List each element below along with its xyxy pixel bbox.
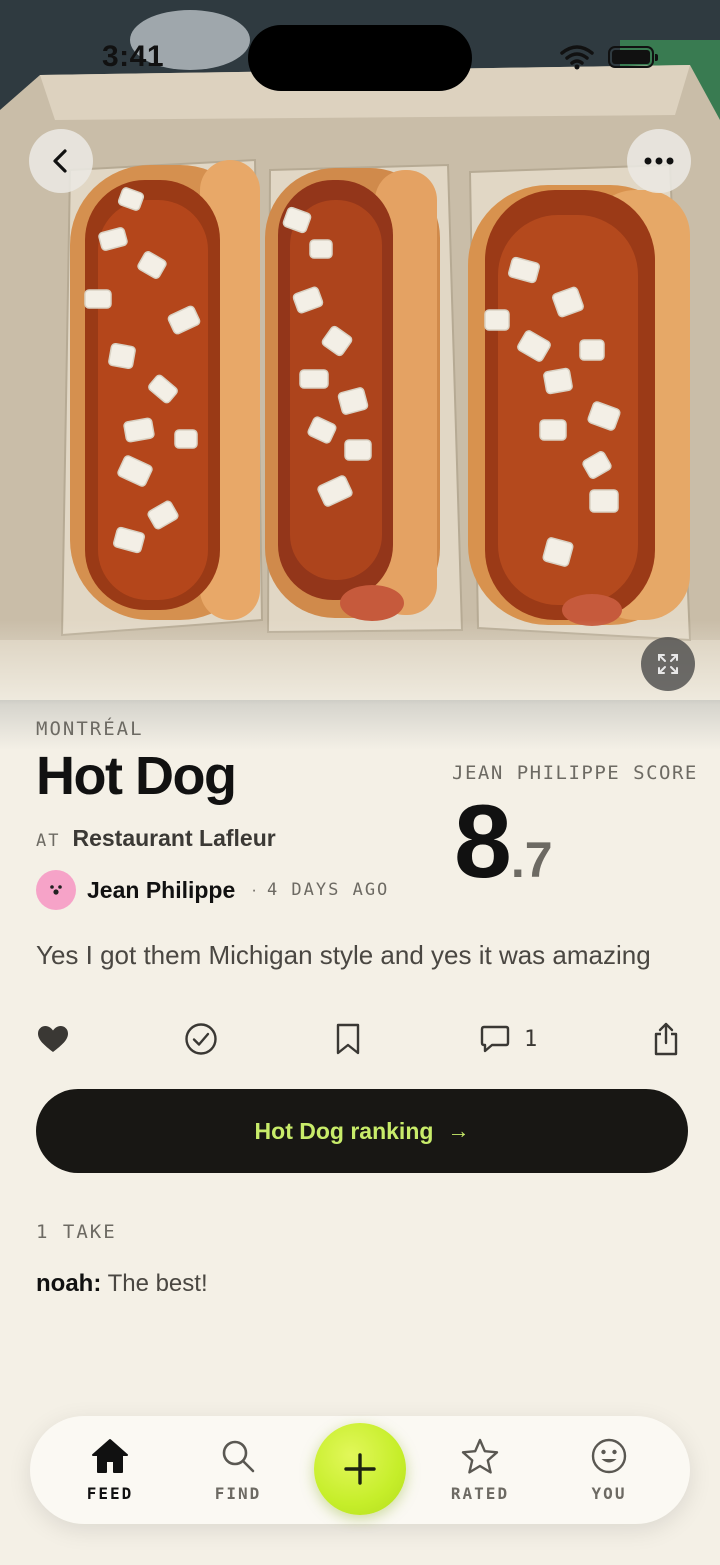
take-text: The best! — [107, 1270, 208, 1297]
status-time: 3:41 — [102, 40, 165, 73]
home-icon — [92, 1439, 128, 1473]
time-ago: 4 DAYS AGO — [266, 880, 390, 900]
ellipsis-icon — [644, 157, 674, 165]
dynamic-island — [248, 25, 472, 91]
avatar[interactable] — [36, 870, 76, 910]
restaurant-link[interactable]: Restaurant Lafleur — [72, 825, 275, 852]
restaurant-row: AT Restaurant Lafleur — [36, 825, 276, 852]
tab-find[interactable]: FIND — [183, 1416, 293, 1524]
tab-you-label: YOU — [591, 1484, 627, 1503]
take-user[interactable]: noah: — [36, 1270, 101, 1297]
at-label: AT — [36, 831, 61, 851]
ranking-button-label: Hot Dog ranking — [254, 1117, 434, 1144]
star-icon — [461, 1438, 499, 1474]
score-decimal: .7 — [510, 832, 553, 888]
author-row: Jean Philippe · 4 DAYS AGO — [36, 870, 389, 910]
share-button[interactable] — [652, 1015, 680, 1063]
city-label: MONTRÉAL — [36, 718, 144, 740]
save-button[interactable] — [335, 1015, 361, 1063]
author-name[interactable]: Jean Philippe — [87, 877, 235, 904]
tab-rated[interactable]: RATED — [425, 1416, 535, 1524]
avatar-face-icon — [50, 885, 62, 895]
separator-dot: · — [251, 880, 257, 899]
check-circle-icon — [185, 1023, 217, 1055]
comment-button[interactable]: 1 — [480, 1015, 537, 1063]
battery-icon — [608, 46, 658, 68]
heart-icon — [38, 1026, 68, 1052]
arrow-right-icon: → — [447, 1118, 470, 1143]
back-button[interactable] — [29, 129, 93, 193]
comment-icon — [480, 1025, 510, 1053]
search-icon — [222, 1440, 255, 1473]
expand-photo-button[interactable] — [641, 637, 695, 691]
score-whole: 8 — [454, 784, 512, 900]
tab-you[interactable]: YOU — [554, 1416, 664, 1524]
hero-photo[interactable] — [0, 0, 720, 750]
smiley-icon — [591, 1438, 627, 1474]
score-label: JEAN PHILIPPE SCORE — [452, 762, 698, 784]
post-caption: Yes I got them Michigan style and yes it… — [36, 940, 651, 970]
take-item: noah: The best! — [36, 1270, 208, 1298]
like-button[interactable] — [36, 1015, 70, 1063]
comment-count: 1 — [524, 1026, 538, 1052]
takes-header: 1 TAKE — [36, 1221, 117, 1243]
dish-title: Hot Dog — [36, 746, 237, 806]
tab-feed-label: FEED — [86, 1484, 134, 1503]
tab-rated-label: RATED — [450, 1484, 510, 1503]
add-rating-button[interactable] — [314, 1423, 406, 1515]
expand-icon — [658, 654, 678, 674]
been-there-button[interactable] — [184, 1015, 218, 1063]
score: 8 .7 — [454, 790, 553, 894]
tab-feed[interactable]: FEED — [55, 1416, 165, 1524]
wifi-icon — [560, 45, 594, 70]
bookmark-icon — [336, 1023, 360, 1055]
chevron-left-icon — [53, 149, 67, 173]
plus-icon — [344, 1453, 376, 1485]
action-row: 1 — [0, 1015, 720, 1063]
tab-find-label: FIND — [214, 1484, 262, 1503]
ranking-button[interactable]: Hot Dog ranking → — [36, 1089, 688, 1173]
share-icon — [654, 1022, 678, 1056]
more-options-button[interactable] — [627, 129, 691, 193]
